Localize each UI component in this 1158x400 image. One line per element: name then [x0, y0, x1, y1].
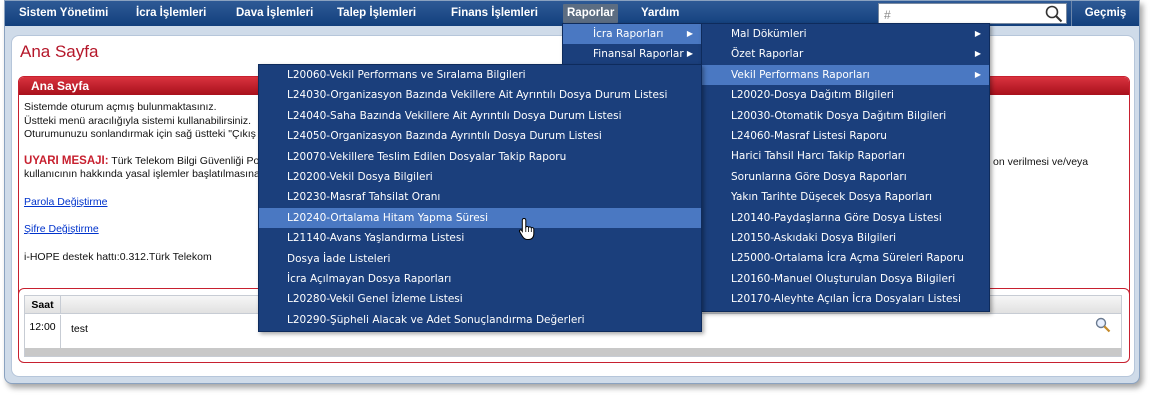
row-text: test: [71, 323, 88, 335]
magnifier-icon[interactable]: [1095, 317, 1111, 333]
chevron-right-icon: ▶: [974, 49, 981, 59]
menu-item-label: Mal Dökümleri: [731, 28, 807, 40]
nav-talep-islemleri[interactable]: Talep İşlemleri: [337, 1, 416, 26]
warning-tail: on verilmesi ve/veya: [993, 156, 1089, 168]
menu-item-l21140[interactable]: L21140-Avans Yaşlandırma Listesi: [259, 228, 701, 248]
nav-sistem-yonetimi[interactable]: Sistem Yönetimi: [19, 1, 108, 26]
menu-item-l24060[interactable]: L24060-Masraf Listesi Raporu: [702, 126, 989, 146]
vekil-performance-submenu: L20060-Vekil Performans ve Sıralama Bilg…: [258, 64, 702, 332]
menu-item-l20070[interactable]: L20070-Vekillere Teslim Edilen Dosyalar …: [259, 147, 701, 167]
menu-item-sorunlarina-gore[interactable]: Sorunlarına Göre Dosya Raporları: [702, 167, 989, 187]
menu-item-l20290[interactable]: L20290-Şüpheli Alacak ve Adet Sonuçlandı…: [259, 310, 701, 330]
menu-item-l24040[interactable]: L24040-Saha Bazında Vekillere Ait Ayrınt…: [259, 106, 701, 126]
menu-item-l20240[interactable]: L20240-Ortalama Hitam Yapma Süresi: [259, 207, 701, 229]
menu-item-l20280[interactable]: L20280-Vekil Genel İzleme Listesi: [259, 289, 701, 309]
chevron-right-icon: ▶: [974, 69, 981, 79]
menu-item-icra-acilmayan[interactable]: İcra Açılmayan Dosya Raporları: [259, 269, 701, 289]
menu-item-l20150[interactable]: L20150-Askıdaki Dosya Bilgileri: [702, 228, 989, 248]
menu-item-harici-tahsil[interactable]: Harici Tahsil Harcı Takip Raporları: [702, 146, 989, 166]
nav-dava-islemleri[interactable]: Dava İşlemleri: [236, 1, 313, 26]
menu-item-icra-raporlari[interactable]: İcra Raporları ▶: [563, 24, 701, 45]
menu-item-l20060[interactable]: L20060-Vekil Performans ve Sıralama Bilg…: [259, 65, 701, 85]
menu-item-l20160[interactable]: L20160-Manuel Oluşturulan Dosya Bilgiler…: [702, 269, 989, 289]
nav-finans-islemleri[interactable]: Finans İşlemleri: [451, 1, 538, 26]
grid-footer: [25, 348, 1121, 356]
menu-item-yakin-tarihte[interactable]: Yakın Tarihte Düşecek Dosya Raporları: [702, 187, 989, 207]
menu-item-label: İcra Raporları: [593, 28, 664, 40]
chevron-right-icon: ▶: [974, 29, 981, 38]
search-box: [878, 3, 1067, 25]
menu-item-l20170[interactable]: L20170-Aleyhte Açılan İcra Dosyaları Lis…: [702, 289, 989, 309]
menu-item-l20140[interactable]: L20140-Paydaşlarına Göre Dosya Listesi: [702, 208, 989, 228]
menu-item-finansal-raporlar[interactable]: Finansal Raporlar ▶: [563, 44, 701, 64]
chevron-right-icon: ▶: [686, 29, 693, 38]
menu-item-dosya-iade[interactable]: Dosya İade Listeleri: [259, 249, 701, 269]
menu-item-ozet-raporlar[interactable]: Özet Raporlar ▶: [702, 44, 989, 64]
search-icon[interactable]: [1045, 5, 1063, 23]
menu-item-l25000[interactable]: L25000-Ortalama İcra Açma Süreleri Rapor…: [702, 248, 989, 268]
page-title: Ana Sayfa: [20, 42, 99, 61]
change-cipher-link[interactable]: Şifre Değiştirme: [24, 223, 99, 235]
menu-item-l20230[interactable]: L20230-Masraf Tahsilat Oranı: [259, 187, 701, 207]
reports-menu: İcra Raporları ▶ Finansal Raporlar ▶: [562, 23, 702, 65]
menu-item-label: Vekil Performans Raporları: [731, 68, 870, 81]
hand-cursor-icon: [518, 217, 535, 240]
menu-item-label: Finansal Raporlar: [593, 48, 684, 61]
menu-item-label: Özet Raporlar: [731, 48, 804, 61]
menu-item-l24050[interactable]: L24050-Organizasyon Bazında Ayrıntılı Do…: [259, 126, 701, 146]
warning-text: Türk Telekom Bilgi Güvenliği Pol: [108, 154, 262, 167]
row-time: 12:00: [25, 315, 61, 349]
menu-item-vekil-performans[interactable]: Vekil Performans Raporları ▶: [702, 64, 989, 86]
menu-item-l20020[interactable]: L20020-Dosya Dağıtım Bilgileri: [702, 85, 989, 105]
warning-label: UYARI MESAJI:: [24, 154, 109, 167]
menu-item-l24030[interactable]: L24030-Organizasyon Bazında Vekillere Ai…: [259, 85, 701, 105]
column-header-time: Saat: [25, 296, 61, 314]
nav-raporlar[interactable]: Raporlar: [563, 4, 619, 23]
change-password-link[interactable]: Parola Değiştirme: [24, 196, 107, 208]
menu-item-l20200[interactable]: L20200-Vekil Dosya Bilgileri: [259, 167, 701, 187]
chevron-right-icon: ▶: [686, 49, 693, 59]
search-input[interactable]: [879, 5, 1039, 25]
history-button[interactable]: Geçmiş: [1071, 1, 1139, 26]
icra-reports-submenu: Mal Dökümleri ▶ Özet Raporlar ▶ Vekil Perf…: [701, 23, 990, 312]
menu-item-l20030[interactable]: L20030-Otomatik Dosya Dağıtım Bilgileri: [702, 106, 989, 126]
menu-item-mal-dokumleri[interactable]: Mal Dökümleri ▶: [702, 24, 989, 44]
nav-icra-islemleri[interactable]: İcra İşlemleri: [136, 1, 206, 26]
